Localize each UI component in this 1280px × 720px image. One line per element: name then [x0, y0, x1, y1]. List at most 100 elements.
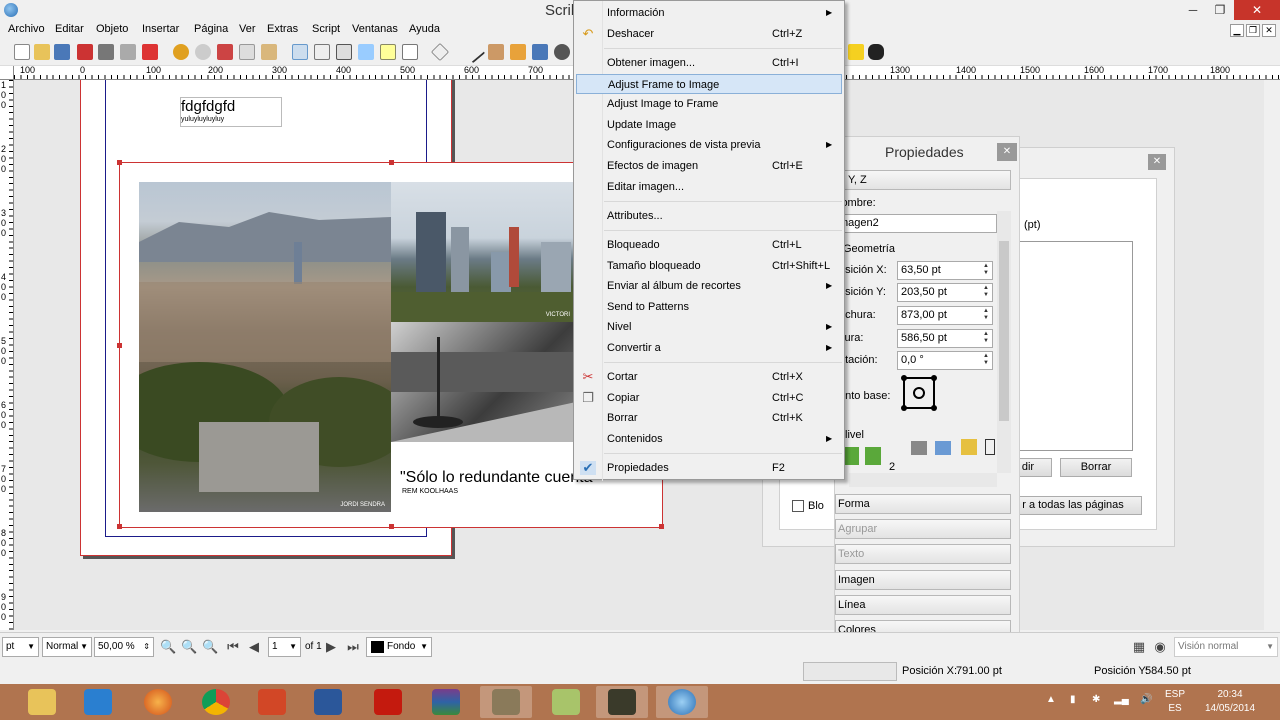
size-lock-icon[interactable] — [985, 439, 995, 455]
spinner-icon[interactable]: ▲ ▼ — [981, 285, 991, 300]
spinner-icon[interactable]: ▲ ▼ — [981, 263, 991, 278]
pdf-tool-icon[interactable] — [848, 44, 864, 60]
menu-item-efectos-imagen[interactable]: Efectos de imagen Ctrl+E — [574, 156, 844, 176]
image-frame-icon[interactable] — [336, 44, 352, 60]
spinner-icon[interactable]: ▲ ▼ — [981, 308, 991, 323]
render-frame-icon[interactable] — [358, 44, 374, 60]
scribus-icon[interactable] — [656, 686, 708, 718]
first-page-icon[interactable]: ⏮ — [226, 640, 240, 654]
menu-item-bloqueado[interactable]: Bloqueado Ctrl+L — [574, 235, 844, 255]
eye-icon[interactable]: ◉ — [1153, 640, 1167, 654]
menu-archivo[interactable]: Archivo — [8, 23, 45, 35]
file-explorer-icon[interactable] — [16, 686, 68, 718]
last-page-icon[interactable]: ⏭ — [346, 640, 360, 654]
close-doc-icon[interactable] — [77, 44, 93, 60]
basepoint-selector-icon[interactable] — [901, 375, 937, 411]
menu-item-tamano-bloqueado[interactable]: Tamaño bloqueado Ctrl+Shift+L — [574, 256, 844, 276]
level-up-icon[interactable] — [843, 447, 859, 465]
menu-item-enviar-album[interactable]: Enviar al álbum de recortes ▶ — [574, 276, 844, 296]
resize-handle[interactable] — [389, 160, 394, 165]
menu-item-attributes[interactable]: Attributes... — [574, 206, 844, 226]
word-icon[interactable] — [302, 686, 354, 718]
menu-item-contenidos[interactable]: Contenidos ▶ — [574, 429, 844, 449]
zoom-tool-icon[interactable] — [554, 44, 570, 60]
menu-item-obtener-imagen[interactable]: Obtener imagen... Ctrl+I — [574, 53, 844, 73]
select-tool-icon[interactable] — [292, 44, 308, 60]
camera-icon[interactable] — [596, 686, 648, 718]
display-icon[interactable]: ▦ — [1132, 640, 1146, 654]
page-select[interactable]: 1 ▼ — [268, 637, 301, 657]
lock-checkbox[interactable] — [792, 500, 804, 512]
menu-item-update-image[interactable]: Update Image — [574, 115, 844, 135]
language-indicator[interactable]: ESP ES — [1163, 688, 1187, 716]
freehand-icon[interactable] — [510, 44, 526, 60]
menu-script[interactable]: Script — [312, 23, 340, 35]
undo-icon[interactable] — [173, 44, 189, 60]
vertical-ruler[interactable]: 100 200 300 400 500 600 700 800 900 — [0, 80, 14, 630]
acrobat-icon[interactable] — [362, 686, 414, 718]
resize-handle[interactable] — [389, 524, 394, 529]
scrollbar-thumb[interactable] — [999, 241, 1009, 421]
apply-all-pages-button[interactable]: r a todas las páginas — [1004, 496, 1142, 515]
text-frame[interactable]: fdgfdgfd yuluyluyluyluy — [180, 97, 282, 127]
menu-item-propiedades[interactable]: ✔ Propiedades F2 — [574, 458, 844, 478]
new-document-icon[interactable] — [14, 44, 30, 60]
resize-handle[interactable] — [117, 343, 122, 348]
layer-select[interactable]: Fondo ▼ — [366, 637, 432, 657]
menu-item-adjust-image-to-frame[interactable]: Adjust Image to Frame — [574, 94, 844, 114]
export-pdf-icon[interactable] — [142, 44, 158, 60]
level-top-icon[interactable] — [865, 447, 881, 465]
close-icon[interactable]: ✕ — [1148, 154, 1166, 170]
ruler-corner[interactable] — [0, 66, 14, 80]
menu-item-copiar[interactable]: ❐ Copiar Ctrl+C — [574, 388, 844, 408]
menu-item-nivel[interactable]: Nivel ▶ — [574, 317, 844, 337]
scribus-doc-icon[interactable] — [540, 686, 592, 718]
menu-item-deshacer[interactable]: ↶ Deshacer Ctrl+Z — [574, 24, 844, 44]
menu-ver[interactable]: Ver — [239, 23, 256, 35]
restore-button[interactable]: ❐ — [1206, 0, 1234, 20]
menu-item-borrar[interactable]: Borrar Ctrl+K — [574, 408, 844, 428]
zoom-out-icon[interactable]: 🔍 — [160, 640, 176, 654]
list-box[interactable] — [1016, 241, 1133, 451]
blender-icon[interactable] — [72, 686, 124, 718]
resize-handle[interactable] — [659, 524, 664, 529]
next-page-icon[interactable]: ▶ — [324, 640, 338, 654]
spinner-icon[interactable]: ⇕ — [143, 638, 150, 656]
minimize-button[interactable]: ─ — [1180, 0, 1206, 20]
name-field[interactable]: magen2 — [835, 214, 997, 233]
mdi-minimize-button[interactable]: ▁ — [1230, 24, 1244, 37]
menu-item-convertir-a[interactable]: Convertir a ▶ — [574, 338, 844, 358]
tray-arrow-icon[interactable]: ▲ — [1046, 694, 1056, 705]
preflight-icon[interactable] — [120, 44, 136, 60]
spinner-icon[interactable]: ▲ ▼ — [981, 353, 991, 368]
preview-mode-select[interactable]: Normal ▼ — [42, 637, 92, 657]
menu-objeto[interactable]: Objeto — [96, 23, 128, 35]
section-imagen[interactable]: Imagen — [835, 570, 1011, 590]
volume-icon[interactable]: 🔊 — [1140, 694, 1152, 705]
zoom-field[interactable]: 50,00 % ⇕ — [94, 637, 154, 657]
menu-pagina[interactable]: Página — [194, 23, 228, 35]
width-field[interactable]: 873,00 pt ▲ ▼ — [897, 306, 993, 325]
pos-x-field[interactable]: 63,50 pt ▲ ▼ — [897, 261, 993, 280]
signal-icon[interactable]: ▂▄ — [1114, 694, 1129, 705]
menu-item-configuraciones-vista-previa[interactable]: Configuraciones de vista previa ▶ — [574, 135, 844, 155]
mdi-restore-button[interactable]: ❐ — [1246, 24, 1260, 37]
close-icon[interactable]: ✕ — [997, 143, 1017, 161]
menu-editar[interactable]: Editar — [55, 23, 84, 35]
table-icon[interactable] — [380, 44, 396, 60]
resize-handle[interactable] — [117, 160, 122, 165]
clock[interactable]: 20:34 14/05/2014 — [1195, 688, 1265, 716]
redo-icon[interactable] — [195, 44, 211, 60]
rotation-field[interactable]: 0,0 ° ▲ ▼ — [897, 351, 993, 370]
network-icon[interactable]: ▮ — [1070, 694, 1076, 705]
menu-item-editar-imagen[interactable]: Editar imagen... — [574, 177, 844, 197]
section-linea[interactable]: Línea — [835, 595, 1011, 615]
previous-page-icon[interactable]: ◀ — [247, 640, 261, 654]
cut-icon[interactable] — [217, 44, 233, 60]
pdf-link-icon[interactable] — [868, 44, 884, 60]
menu-item-send-to-patterns[interactable]: Send to Patterns — [574, 297, 844, 317]
powerpoint-icon[interactable] — [246, 686, 298, 718]
flip-h-icon[interactable] — [911, 441, 927, 455]
menu-insertar[interactable]: Insertar — [142, 23, 179, 35]
open-icon[interactable] — [34, 44, 50, 60]
